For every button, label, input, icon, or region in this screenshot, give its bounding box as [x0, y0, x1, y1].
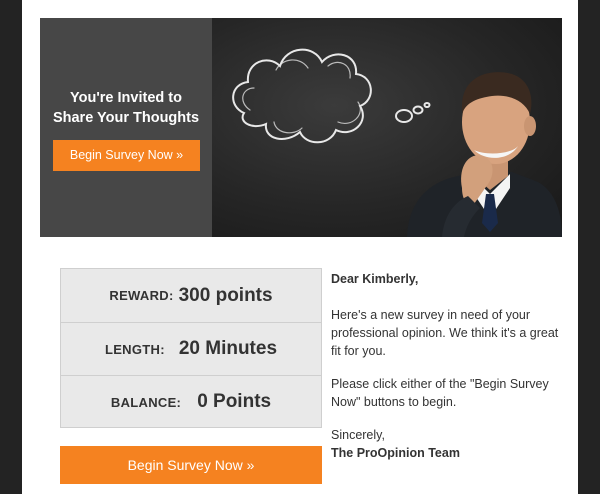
businessman-figure — [407, 72, 562, 237]
banner-text-panel: You're Invited to Share Your Thoughts Be… — [40, 18, 212, 237]
letter-paragraph-instructions: Please click either of the "Begin Survey… — [331, 377, 549, 409]
email-body: You're Invited to Share Your Thoughts Be… — [22, 0, 578, 494]
length-row: LENGTH: 20 Minutes — [61, 322, 321, 375]
reward-value: 300 points — [178, 284, 273, 306]
length-value: 20 Minutes — [178, 338, 278, 359]
invitation-letter: Dear Kimberly, Here's a new survey in ne… — [331, 270, 561, 462]
balance-label: BALANCE: — [110, 394, 182, 410]
hero-photo — [212, 18, 562, 237]
letter-team-signature: The ProOpinion Team — [331, 446, 460, 460]
balance-row: BALANCE: 0 Points — [61, 375, 321, 428]
survey-stats-box: REWARD: 300 points LENGTH: 20 Minutes BA… — [60, 268, 322, 428]
letter-paragraph-intro: Here's a new survey in need of your prof… — [331, 308, 559, 358]
thinking-man-illustration — [232, 48, 562, 237]
reward-row: REWARD: 300 points — [61, 269, 321, 322]
banner-heading-line1: You're Invited to — [70, 90, 182, 106]
left-frame-bar — [0, 0, 22, 494]
thought-cloud-icon — [232, 48, 431, 144]
letter-signoff: Sincerely, — [331, 428, 385, 442]
banner-heading: You're Invited to Share Your Thoughts — [40, 88, 212, 128]
balance-value: 0 Points — [197, 391, 272, 412]
length-label: LENGTH: — [104, 341, 165, 357]
reward-label: REWARD: — [109, 288, 174, 303]
hero-banner: You're Invited to Share Your Thoughts Be… — [40, 18, 562, 237]
banner-heading-line2: Share Your Thoughts — [52, 110, 200, 126]
letter-greeting: Dear Kimberly, — [331, 272, 419, 286]
right-frame-bar — [578, 0, 600, 494]
banner-begin-survey-button[interactable]: Begin Survey Now » — [53, 140, 200, 171]
begin-survey-button[interactable]: Begin Survey Now » — [60, 446, 322, 484]
